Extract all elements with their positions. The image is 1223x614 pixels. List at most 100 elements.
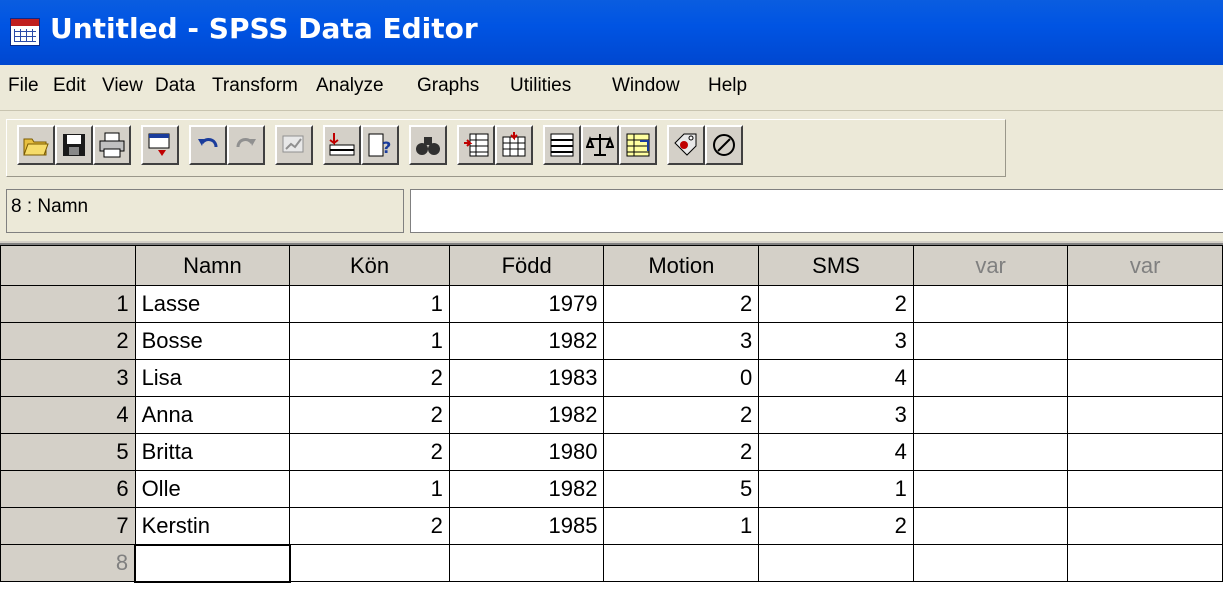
undo-icon[interactable] — [189, 125, 227, 165]
cell-namn[interactable]: Olle — [134, 470, 291, 508]
cell-var[interactable] — [1067, 396, 1223, 434]
select-cases-icon[interactable] — [619, 125, 657, 165]
row-header[interactable]: 8 — [0, 544, 136, 582]
cell-var[interactable] — [912, 322, 1069, 360]
cell-var[interactable] — [912, 544, 1069, 582]
menu-transform[interactable]: Transform — [212, 75, 298, 97]
cell-motion[interactable]: 2 — [603, 285, 760, 323]
variables-icon[interactable]: ? — [361, 125, 399, 165]
cell-fodd[interactable]: 1982 — [448, 322, 605, 360]
cell-sms[interactable]: 2 — [758, 285, 914, 323]
cell-value-input[interactable] — [410, 189, 1223, 233]
split-file-icon[interactable] — [543, 125, 581, 165]
cell-var[interactable] — [912, 285, 1069, 323]
cell-fodd[interactable]: 1980 — [448, 433, 605, 471]
cell-kon[interactable]: 1 — [289, 470, 450, 508]
cell-motion[interactable]: 2 — [603, 396, 760, 434]
cell-sms[interactable]: 3 — [758, 396, 914, 434]
menu-data[interactable]: Data — [155, 75, 195, 97]
cell-namn-selected[interactable] — [134, 543, 291, 583]
cell-var[interactable] — [912, 359, 1069, 397]
cell-namn[interactable]: Britta — [134, 433, 291, 471]
cell-fodd[interactable]: 1979 — [448, 285, 605, 323]
cell-sms[interactable]: 4 — [758, 433, 914, 471]
cell-kon[interactable]: 1 — [289, 322, 450, 360]
print-icon[interactable] — [93, 125, 131, 165]
cell-fodd[interactable]: 1982 — [448, 470, 605, 508]
cell-var[interactable] — [1067, 359, 1223, 397]
weight-cases-icon[interactable] — [581, 125, 619, 165]
cell-var[interactable] — [1067, 544, 1223, 582]
cell-fodd[interactable]: 1982 — [448, 396, 605, 434]
goto-chart-icon[interactable] — [275, 125, 313, 165]
menu-analyze[interactable]: Analyze — [316, 75, 384, 97]
corner-cell[interactable] — [0, 245, 136, 286]
cell-kon[interactable]: 2 — [289, 359, 450, 397]
cell-kon[interactable]: 2 — [289, 433, 450, 471]
cell-motion[interactable] — [603, 544, 760, 582]
cell-sms[interactable]: 2 — [758, 507, 914, 545]
cell-motion[interactable]: 1 — [603, 507, 760, 545]
cell-fodd[interactable]: 1985 — [448, 507, 605, 545]
use-sets-icon[interactable] — [705, 125, 743, 165]
insert-cases-icon[interactable] — [457, 125, 495, 165]
cell-motion[interactable]: 5 — [603, 470, 760, 508]
redo-icon[interactable] — [227, 125, 265, 165]
spss-app-icon[interactable] — [10, 18, 40, 46]
cell-motion[interactable]: 2 — [603, 433, 760, 471]
value-labels-icon[interactable] — [667, 125, 705, 165]
cell-fodd[interactable] — [448, 544, 605, 582]
cell-sms[interactable]: 1 — [758, 470, 914, 508]
cell-namn[interactable]: Lisa — [134, 359, 291, 397]
row-header[interactable]: 1 — [0, 285, 136, 323]
row-header[interactable]: 2 — [0, 322, 136, 360]
cell-kon[interactable]: 2 — [289, 396, 450, 434]
cell-var[interactable] — [1067, 433, 1223, 471]
menu-graphs[interactable]: Graphs — [417, 75, 479, 97]
menu-help[interactable]: Help — [708, 75, 747, 97]
row-header[interactable]: 3 — [0, 359, 136, 397]
menu-edit[interactable]: Edit — [53, 75, 86, 97]
column-header-var[interactable]: var — [1067, 245, 1223, 286]
cell-var[interactable] — [1067, 507, 1223, 545]
cell-var[interactable] — [1067, 322, 1223, 360]
cell-sms[interactable]: 4 — [758, 359, 914, 397]
menu-file[interactable]: File — [8, 75, 39, 97]
cell-sms[interactable]: 3 — [758, 322, 914, 360]
column-header-fodd[interactable]: Född — [448, 245, 605, 286]
row-header[interactable]: 4 — [0, 396, 136, 434]
menu-view[interactable]: View — [102, 75, 143, 97]
cell-motion[interactable]: 3 — [603, 322, 760, 360]
column-header-namn[interactable]: Namn — [134, 245, 291, 286]
cell-namn[interactable]: Kerstin — [134, 507, 291, 545]
menu-utilities[interactable]: Utilities — [510, 75, 571, 97]
column-header-sms[interactable]: SMS — [758, 245, 914, 286]
cell-fodd[interactable]: 1983 — [448, 359, 605, 397]
column-header-var[interactable]: var — [912, 245, 1069, 286]
cell-namn[interactable]: Anna — [134, 396, 291, 434]
cell-var[interactable] — [912, 470, 1069, 508]
dialog-recall-icon[interactable] — [141, 125, 179, 165]
row-header[interactable]: 7 — [0, 507, 136, 545]
cell-var[interactable] — [912, 433, 1069, 471]
find-icon[interactable] — [409, 125, 447, 165]
cell-namn[interactable]: Bosse — [134, 322, 291, 360]
cell-var[interactable] — [1067, 285, 1223, 323]
open-icon[interactable] — [17, 125, 55, 165]
row-header[interactable]: 6 — [0, 470, 136, 508]
cell-var[interactable] — [1067, 470, 1223, 508]
column-header-kon[interactable]: Kön — [289, 245, 450, 286]
row-header[interactable]: 5 — [0, 433, 136, 471]
cell-sms[interactable] — [758, 544, 914, 582]
save-icon[interactable] — [55, 125, 93, 165]
cell-motion[interactable]: 0 — [603, 359, 760, 397]
cell-var[interactable] — [912, 396, 1069, 434]
cell-kon[interactable]: 2 — [289, 507, 450, 545]
cell-kon[interactable] — [289, 544, 450, 582]
menu-window[interactable]: Window — [612, 75, 680, 97]
cell-kon[interactable]: 1 — [289, 285, 450, 323]
cell-var[interactable] — [912, 507, 1069, 545]
column-header-motion[interactable]: Motion — [603, 245, 760, 286]
insert-variable-icon[interactable] — [495, 125, 533, 165]
cell-namn[interactable]: Lasse — [134, 285, 291, 323]
